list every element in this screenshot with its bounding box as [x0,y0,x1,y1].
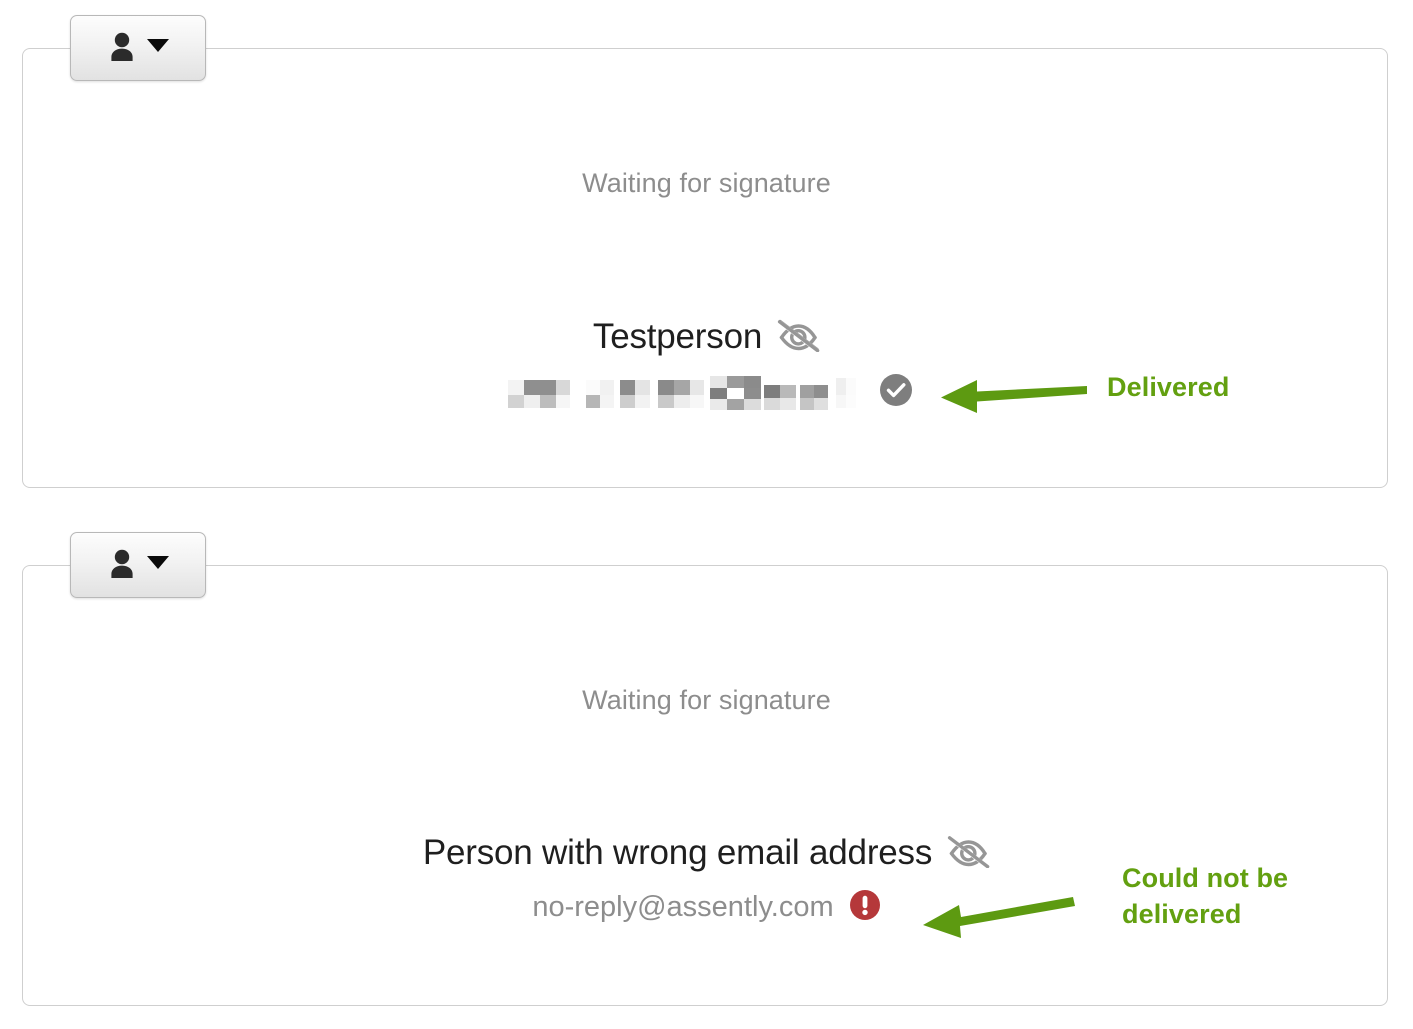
delivery-status-icon[interactable] [849,889,881,926]
eye-off-icon[interactable] [776,318,822,357]
card-1-status: Waiting for signature [0,168,1413,199]
status-label: Waiting for signature [582,168,831,198]
recipient-name: Testperson [592,317,763,356]
recipient-email: no-reply@assently.com [532,891,834,923]
chevron-down-icon [146,556,169,574]
chevron-down-icon [146,39,169,57]
status-label: Waiting for signature [582,685,831,715]
recipient-name: Person with wrong email address [422,833,933,872]
recipient-name-row: Person with wrong email address [0,833,1413,873]
redacted-email [500,375,864,410]
delivery-status-icon[interactable] [879,373,913,412]
card-2-status: Waiting for signature [0,685,1413,716]
person-icon [108,31,136,66]
recipient-card [22,565,1388,1006]
eye-off-icon[interactable] [946,834,992,873]
recipient-email-row: no-reply@assently.com [0,889,1413,926]
recipient-email-row [0,373,1413,412]
recipient-card [22,48,1388,488]
person-icon [108,548,136,583]
person-menu-button[interactable] [70,532,206,598]
person-menu-button[interactable] [70,15,206,81]
card-2-recipient: Person with wrong email address no-reply… [0,833,1413,926]
recipient-name-row: Testperson [0,317,1413,357]
card-1-recipient: Testperson [0,317,1413,412]
